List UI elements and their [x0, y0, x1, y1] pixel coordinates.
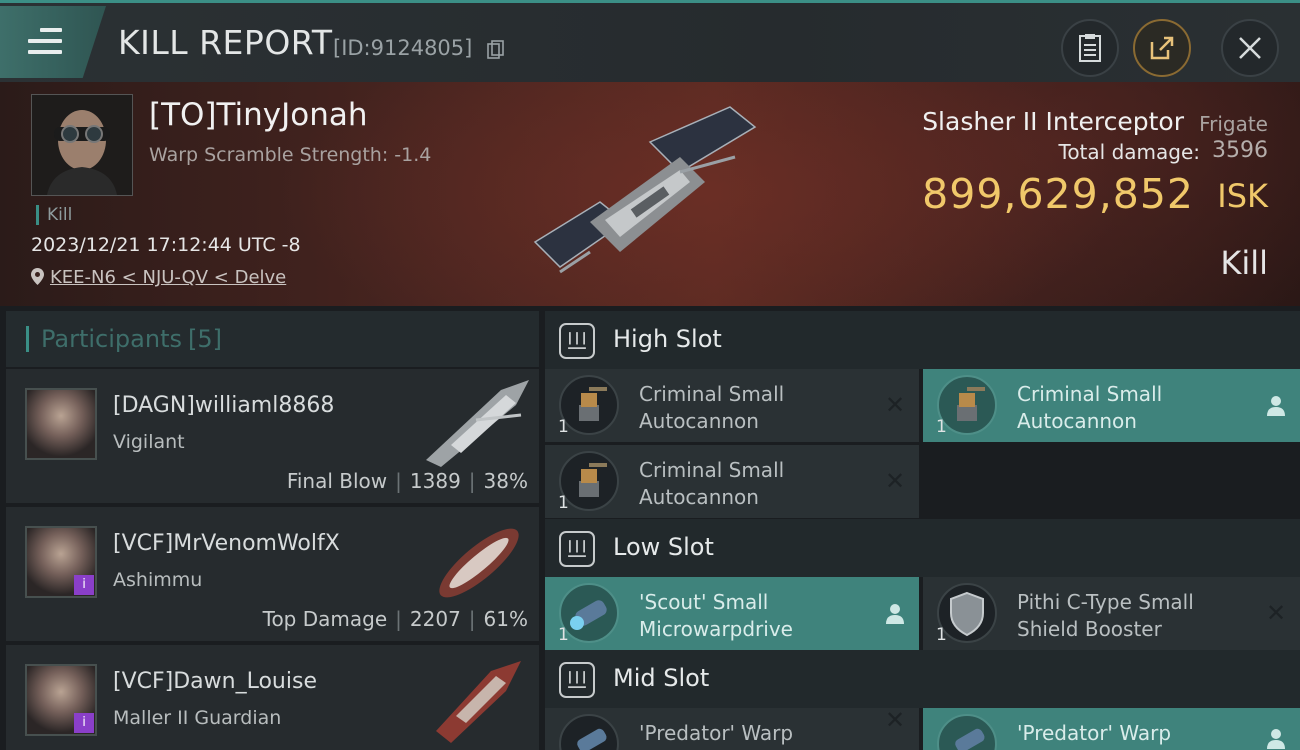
- participant-ship-image: [426, 380, 529, 467]
- total-damage-value: 3596: [1212, 138, 1268, 163]
- close-icon: [1239, 37, 1261, 59]
- report-id: [ID:9124805]: [333, 36, 473, 60]
- close-button[interactable]: [1221, 19, 1279, 77]
- destroyed-icon: ✕: [884, 706, 906, 734]
- module-quantity: 1: [936, 417, 947, 437]
- participant-stats: Top Damage | 2207 | 61%: [262, 607, 528, 631]
- module-item[interactable]: 1 'Scout' Small Microwarpdrive: [545, 577, 919, 650]
- slot-label: Low Slot: [613, 533, 714, 561]
- location-link[interactable]: KEE-N6 < NJU-QV < Delve: [50, 267, 286, 288]
- warp-disruptor-icon: [559, 714, 619, 750]
- clipboard-button[interactable]: [1061, 19, 1119, 77]
- isk-unit: ISK: [1217, 177, 1268, 215]
- top-bar: KILL REPORT [ID:9124805]: [0, 0, 1300, 82]
- module-name: 'Predator' Warp: [639, 721, 794, 745]
- vip-badge-icon: i: [74, 713, 94, 733]
- avatar: i: [25, 664, 97, 736]
- module-quantity: 1: [936, 625, 947, 645]
- kill-banner: [TO]TinyJonah Warp Scramble Strength: -1…: [0, 82, 1300, 306]
- ship-class: Frigate: [1199, 112, 1268, 136]
- warp-disruptor-icon: [937, 714, 997, 750]
- share-icon: [1150, 36, 1174, 60]
- participant-name: [VCF]Dawn_Louise: [113, 669, 317, 694]
- kill-tag: Kill: [36, 205, 72, 225]
- participant-ship: Vigilant: [113, 431, 185, 453]
- participant-ship-image: [439, 528, 519, 598]
- module-item[interactable]: 1 Criminal Small Autocannon: [923, 369, 1300, 442]
- menu-button[interactable]: [0, 6, 106, 78]
- vip-badge-icon: i: [74, 575, 94, 595]
- participants-header: Participants [5]: [6, 311, 539, 367]
- kill-timestamp: 2023/12/21 17:12:44 UTC -8: [31, 234, 301, 256]
- module-item[interactable]: 'Predator' Warp: [923, 708, 1300, 750]
- module-quantity: 1: [558, 417, 569, 437]
- clipboard-icon: [1079, 34, 1101, 62]
- slot-label: Mid Slot: [613, 664, 710, 692]
- victim-avatar[interactable]: [31, 94, 133, 196]
- avatar: [25, 388, 97, 460]
- module-item[interactable]: 1 Criminal Small Autocannon ✕: [545, 369, 919, 442]
- participant-ship-image: [436, 661, 521, 743]
- participant-damage: 2207: [409, 607, 461, 631]
- module-name: Criminal Small Autocannon: [639, 382, 785, 433]
- module-quantity: 1: [558, 493, 569, 513]
- person-icon: [886, 604, 904, 624]
- module-name: 'Scout' Small Microwarpdrive: [639, 590, 793, 641]
- victim-name[interactable]: [TO]TinyJonah: [149, 97, 368, 133]
- mid-slot-icon: [559, 662, 595, 698]
- victim-ship-name[interactable]: Slasher II Interceptor: [922, 107, 1184, 136]
- participant-card[interactable]: [DAGN]williaml8868 Vigilant Final Blow | 1…: [6, 369, 539, 503]
- victim-ship-image: [533, 106, 757, 274]
- share-button[interactable]: [1133, 19, 1191, 77]
- participant-name: [DAGN]williaml8868: [113, 393, 335, 418]
- page-title: KILL REPORT: [118, 23, 333, 62]
- participant-card[interactable]: i [VCF]MrVenomWolfX Ashimmu Top Damage | 2…: [6, 507, 539, 641]
- avatar: i: [25, 526, 97, 598]
- person-icon: [1267, 729, 1285, 749]
- participants-panel: Participants [5] [DAGN]williaml8868 Vigi…: [6, 311, 539, 750]
- participant-percent: 61%: [483, 607, 528, 631]
- high-slot-header: High Slot: [545, 311, 1300, 369]
- hamburger-icon: [28, 28, 62, 61]
- destroyed-icon: ✕: [884, 391, 906, 419]
- module-item[interactable]: 1 Pithi C-Type Small Shield Booster ✕: [923, 577, 1300, 650]
- location-pin-icon: [31, 268, 44, 285]
- high-slot-icon: [559, 323, 595, 359]
- low-slot-header: Low Slot: [545, 519, 1300, 577]
- kill-location[interactable]: KEE-N6 < NJU-QV < Delve: [31, 267, 286, 288]
- module-name: Criminal Small Autocannon: [1017, 382, 1163, 433]
- isk-value: 899,629,852: [922, 170, 1194, 218]
- low-slot-icon: [559, 531, 595, 567]
- participant-damage: 1389: [409, 469, 461, 493]
- destroyed-icon: ✕: [884, 467, 906, 495]
- participant-stats: Final Blow | 1389 | 38%: [286, 469, 528, 493]
- destroyed-icon: ✕: [1265, 599, 1287, 627]
- slot-label: High Slot: [613, 325, 722, 353]
- warp-scramble-strength: Warp Scramble Strength: -1.4: [149, 144, 432, 166]
- total-damage-label: Total damage:: [1058, 140, 1201, 164]
- participant-ship: Ashimmu: [113, 569, 203, 591]
- participant-percent: 38%: [483, 469, 528, 493]
- participant-card[interactable]: i [VCF]Dawn_Louise Maller II Guardian: [6, 645, 539, 750]
- participant-role: Top Damage: [262, 607, 388, 631]
- module-name: 'Predator' Warp: [1017, 721, 1172, 745]
- copy-icon[interactable]: [487, 40, 504, 59]
- person-icon: [1267, 396, 1285, 416]
- participant-role: Final Blow: [286, 469, 388, 493]
- module-name: Pithi C-Type Small Shield Booster: [1017, 590, 1194, 641]
- module-name: Criminal Small Autocannon: [639, 458, 785, 509]
- participant-ship: Maller II Guardian: [113, 707, 282, 729]
- participants-label: Participants: [41, 325, 182, 353]
- participants-count: [5]: [187, 325, 222, 353]
- participant-name: [VCF]MrVenomWolfX: [113, 531, 340, 556]
- module-item[interactable]: 1 Criminal Small Autocannon ✕: [545, 445, 919, 518]
- module-quantity: 1: [558, 625, 569, 645]
- pilot-portrait-icon: [32, 95, 132, 195]
- mid-slot-header: Mid Slot: [545, 650, 1300, 708]
- module-item[interactable]: 'Predator' Warp ✕: [545, 708, 919, 750]
- result-label: Kill: [1220, 244, 1268, 282]
